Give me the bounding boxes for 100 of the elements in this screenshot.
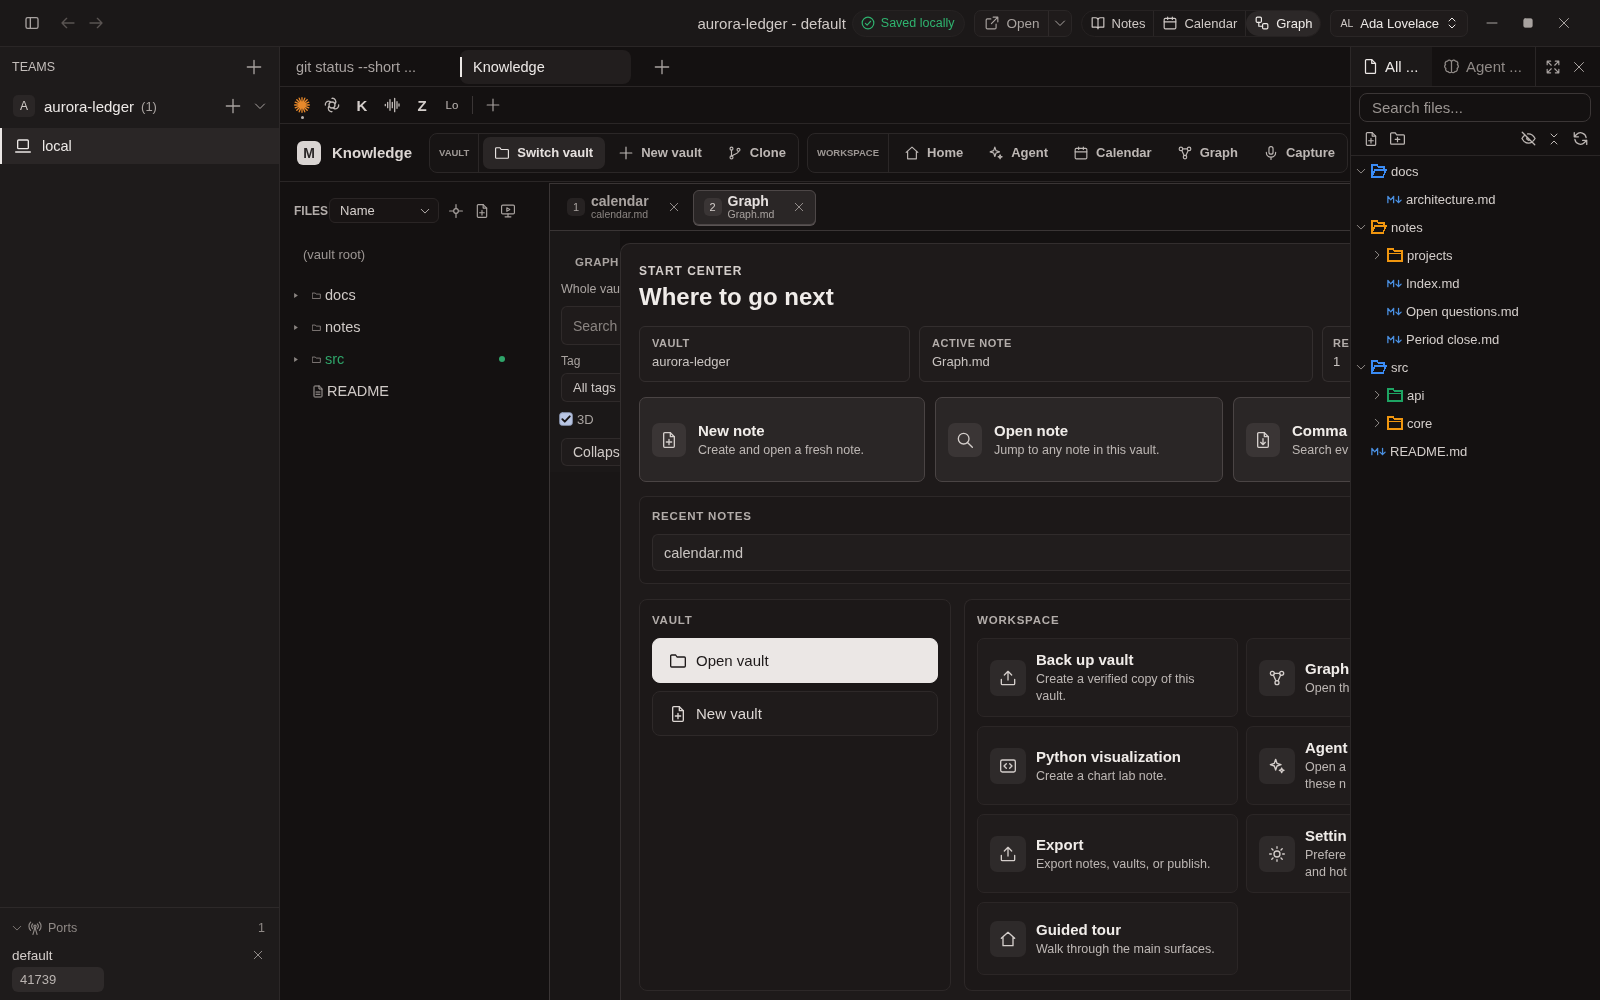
toolbar-button[interactable]: Clone [715, 136, 798, 169]
panel-tab[interactable]: Agent ... [1432, 47, 1535, 86]
workspace-card[interactable]: Settin Prefere and hot [1246, 814, 1350, 893]
workspace-card[interactable]: Guided tour Walk through the main surfaces. [977, 902, 1238, 975]
card-title: Back up vault [1036, 650, 1135, 669]
home-icon [905, 145, 920, 160]
microphone-icon [1263, 145, 1278, 160]
sort-select[interactable]: Name [329, 198, 439, 223]
group-label: VAULT [439, 147, 470, 158]
panel-tab[interactable]: All ... [1351, 47, 1432, 86]
calendar-icon [1074, 145, 1089, 160]
tree-item[interactable]: docs [280, 279, 549, 311]
app-launcher-button[interactable]: Lo [440, 90, 464, 120]
tree-item[interactable]: notes [280, 311, 549, 343]
chevron-right-icon[interactable] [1372, 418, 1382, 428]
toolbar-button[interactable]: Switch vault [483, 136, 606, 169]
close-icon[interactable] [1558, 17, 1570, 29]
workspace-card[interactable]: Python visualization Create a chart lab note. [977, 726, 1238, 805]
chevron-down-icon[interactable] [254, 100, 266, 112]
app-launcher-button[interactable]: Z [410, 90, 434, 120]
panel-heading: GRAPH [574, 255, 620, 269]
file-name: core [1407, 415, 1433, 431]
active-indicator [300, 116, 304, 119]
view-tab[interactable]: Graph [1246, 10, 1321, 36]
file-plus-icon [475, 203, 489, 218]
tree-item[interactable]: Open questions.md [1351, 297, 1600, 325]
tree-item[interactable]: projects [1351, 241, 1600, 269]
tree-item[interactable]: core [1351, 409, 1600, 437]
triangle-right-icon [294, 292, 298, 298]
workspace-card[interactable]: Back up vault Create a verified copy of this vault. [977, 638, 1238, 717]
checkbox[interactable] [559, 412, 573, 426]
recent-note-item[interactable]: calendar.md [652, 534, 1350, 571]
chevron-down-icon[interactable] [1356, 362, 1366, 372]
quick-action-card[interactable]: Comma Search ev [1233, 397, 1350, 482]
workspace-card[interactable]: Agent Open a these n [1246, 726, 1350, 805]
chevron-down-icon[interactable] [1356, 166, 1366, 176]
branch-icon [727, 145, 742, 160]
close-icon[interactable] [794, 202, 805, 212]
tree-item[interactable]: Period close.md [1351, 325, 1600, 353]
toolbar-button[interactable]: Capture [1251, 136, 1348, 169]
file-name: README.md [1390, 443, 1468, 459]
toolbar-button[interactable]: New vault [607, 136, 714, 169]
tree-item[interactable]: src [1351, 353, 1600, 381]
checkbox-label: 3D [577, 411, 594, 427]
session-tab[interactable]: Knowledge [460, 49, 631, 84]
markdown-icon [1387, 334, 1402, 344]
panel-heading: FILES [294, 203, 328, 218]
chevron-right-icon[interactable] [1372, 390, 1382, 400]
action-title: New note [698, 420, 766, 440]
chevrons-up-down-icon [1446, 17, 1458, 29]
card-title: Export [1036, 834, 1085, 854]
team-count: (1) [141, 98, 157, 114]
search-field[interactable]: Search [561, 306, 620, 345]
tree-item[interactable]: README.md [1351, 437, 1600, 465]
view-tab[interactable]: Notes [1081, 10, 1155, 36]
action-description: Jump to any note in this vault. [994, 441, 1160, 459]
close-icon[interactable] [668, 202, 679, 212]
eye-off-icon [1520, 131, 1536, 146]
tree-item[interactable]: docs [1351, 157, 1600, 185]
plus-icon [619, 145, 634, 160]
toolbar-button[interactable]: Graph [1165, 136, 1250, 169]
tree-item[interactable]: api [1351, 381, 1600, 409]
session-tab[interactable]: git status --short ... [280, 49, 451, 84]
user-menu-button[interactable]: AL Ada Lovelace [1330, 9, 1468, 37]
card-title: Guided tour [1036, 919, 1122, 939]
tree-item[interactable]: README [280, 375, 549, 407]
tree-item[interactable]: Index.md [1351, 269, 1600, 297]
vault-action-button[interactable]: New vault [652, 691, 938, 736]
toolbar-button[interactable]: Home [893, 136, 976, 169]
section-heading: VAULT [652, 613, 694, 628]
info-label: VAULT [652, 336, 691, 350]
quick-action-card[interactable]: New note Create and open a fresh note. [639, 397, 925, 482]
document-icon [312, 384, 324, 398]
tag-select[interactable]: All tags [561, 373, 620, 402]
close-icon[interactable] [1573, 60, 1585, 73]
file-name: Period close.md [1406, 331, 1500, 347]
section-heading: RECENT NOTES [652, 509, 753, 524]
plus-icon[interactable] [486, 98, 500, 112]
app-launcher-button[interactable]: K [350, 90, 374, 120]
quick-action-card[interactable]: Open note Jump to any note in this vault. [935, 397, 1223, 482]
search-field[interactable]: Search files... [1359, 93, 1591, 122]
collapse-button[interactable]: Collaps [561, 438, 620, 466]
view-tab[interactable]: Calendar [1154, 10, 1247, 36]
sidebar-item[interactable]: local [0, 128, 279, 164]
workspace-card[interactable]: Export Export notes, vaults, or publish. [977, 814, 1238, 893]
brain-icon [1444, 59, 1459, 74]
expand-icon[interactable] [1546, 59, 1560, 74]
toolbar-button[interactable]: Calendar [1062, 136, 1164, 169]
port-name: default [12, 947, 53, 963]
nodes-icon [1177, 145, 1192, 160]
toolbar-button[interactable]: Agent [977, 136, 1061, 169]
tree-item[interactable]: notes [1351, 213, 1600, 241]
chevron-down-icon[interactable] [1356, 222, 1366, 232]
workspace-card[interactable]: Graph Open th [1246, 638, 1350, 717]
tree-item[interactable]: architecture.md [1351, 185, 1600, 213]
vault-action-button[interactable]: Open vault [652, 638, 938, 683]
chevron-right-icon[interactable] [1372, 250, 1382, 260]
tree-item[interactable]: src [280, 343, 549, 375]
square-icon[interactable] [1523, 18, 1533, 28]
file-name: notes [1391, 219, 1423, 235]
